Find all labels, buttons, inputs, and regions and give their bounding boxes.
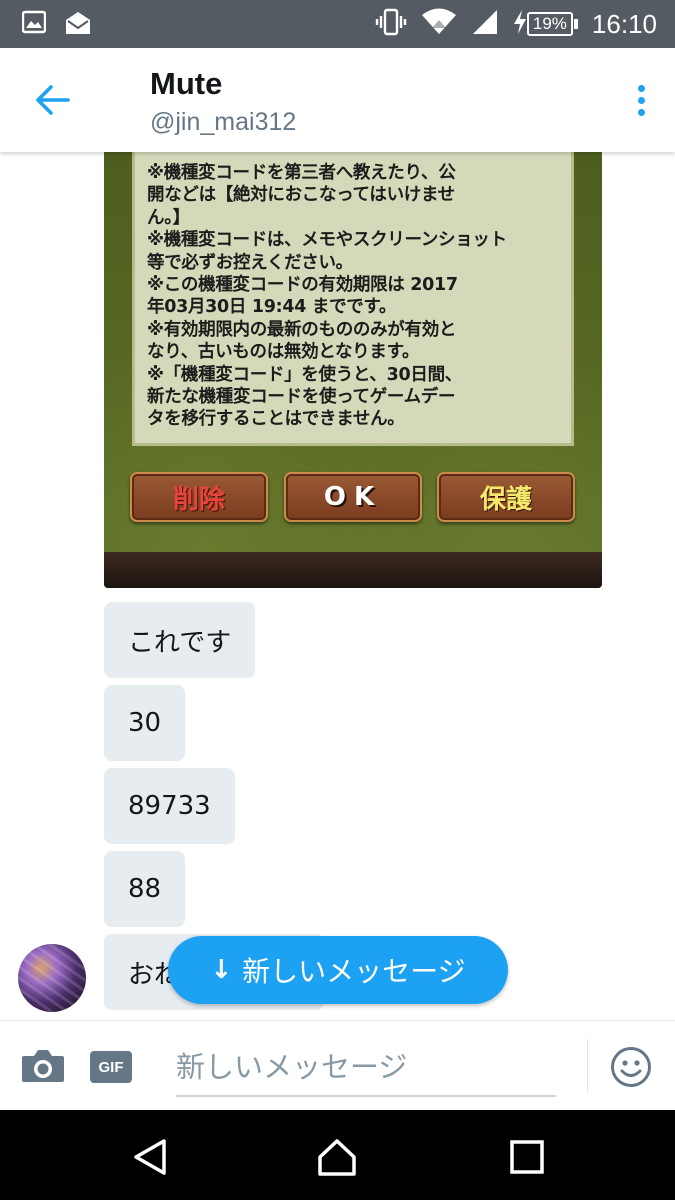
system-navigation-bar bbox=[0, 1110, 675, 1200]
conversation-title[interactable]: Mute bbox=[150, 66, 222, 102]
game-delete-button: 削除 bbox=[130, 472, 268, 522]
notice-line: ん。】 bbox=[147, 207, 190, 228]
smiley-icon bbox=[611, 1047, 651, 1087]
conversation-handle[interactable]: @jin_mai312 bbox=[150, 108, 296, 137]
message-text: 89733 bbox=[128, 791, 211, 821]
notice-line: ※この機種変コードの有効期限は 2017 bbox=[147, 275, 458, 296]
image-attachment[interactable]: ※機種変コードを第三者へ教えたり、公 開などは【絶対におこなってはいけませ ん。… bbox=[104, 152, 602, 588]
compose-bar: GIF bbox=[0, 1020, 675, 1110]
battery-indicator: 19% bbox=[513, 10, 578, 38]
notice-line: ※有効期限内の最新のもののみが有効と bbox=[147, 319, 457, 340]
vibrate-icon bbox=[375, 8, 407, 40]
status-bar: 19% 16:10 bbox=[0, 0, 675, 48]
nav-back-button[interactable] bbox=[130, 1137, 170, 1177]
message-bubble[interactable]: これです bbox=[104, 602, 256, 678]
game-notice-panel: ※機種変コードを第三者へ教えたり、公 開などは【絶対におこなってはいけませ ん。… bbox=[132, 152, 574, 446]
new-messages-label: 新しいメッセージ bbox=[242, 955, 466, 988]
signal-icon bbox=[471, 8, 499, 40]
gif-button[interactable]: GIF bbox=[90, 1051, 132, 1083]
notice-line: 開などは【絶対におこなってはいけませ bbox=[147, 185, 455, 206]
message-bubble[interactable]: 30 bbox=[104, 685, 186, 761]
conversation-header: Mute @jin_mai312 bbox=[0, 48, 675, 152]
battery-percent: 19% bbox=[526, 12, 573, 36]
notice-line: 等で必ずお控えください。 bbox=[147, 252, 353, 273]
notice-line: ※「機種変コード」を使うと、30日間、 bbox=[147, 364, 462, 385]
charging-icon bbox=[513, 10, 527, 38]
avatar[interactable] bbox=[18, 944, 86, 1012]
nav-home-button[interactable] bbox=[317, 1137, 357, 1177]
wifi-icon bbox=[421, 8, 457, 40]
clock: 16:10 bbox=[591, 8, 657, 39]
message-input[interactable] bbox=[176, 1039, 556, 1097]
emoji-button[interactable] bbox=[610, 1046, 652, 1088]
notice-line: ※機種変コードを第三者へ教えたり、公 bbox=[147, 163, 456, 183]
recents-square-icon bbox=[510, 1140, 544, 1174]
gallery-icon bbox=[21, 10, 47, 40]
message-bubble[interactable]: 88 bbox=[104, 851, 186, 927]
email-icon bbox=[64, 10, 92, 40]
notice-line: ※機種変コードは、メモやスクリーンショット bbox=[147, 230, 507, 251]
compose-divider bbox=[587, 1039, 588, 1093]
down-arrow-icon: ↓ bbox=[210, 955, 233, 985]
back-button[interactable] bbox=[30, 78, 74, 122]
message-text: これです bbox=[128, 627, 232, 658]
notice-line: 新たな機種変コードを使ってゲームデー bbox=[147, 387, 456, 408]
nav-recents-button[interactable] bbox=[507, 1137, 547, 1177]
game-protect-button: 保護 bbox=[437, 472, 575, 522]
notice-line: なり、古いものは無効となります。 bbox=[147, 342, 420, 363]
game-ok-button: OK bbox=[284, 472, 422, 522]
message-list[interactable]: ※機種変コードを第三者へ教えたり、公 開などは【絶対におこなってはいけませ ん。… bbox=[0, 152, 675, 1020]
message-text: 88 bbox=[128, 874, 162, 904]
camera-button[interactable] bbox=[20, 1048, 66, 1084]
back-arrow-icon bbox=[36, 85, 70, 115]
message-bubble[interactable]: 89733 bbox=[104, 768, 235, 844]
back-triangle-icon bbox=[134, 1139, 166, 1175]
notice-line: 年03月30日 19:44 までです。 bbox=[147, 297, 397, 318]
notice-line: タを移行することはできません。 bbox=[147, 409, 405, 430]
more-options-button[interactable] bbox=[629, 78, 653, 122]
message-text: 30 bbox=[128, 708, 162, 738]
camera-icon bbox=[22, 1050, 64, 1082]
home-icon bbox=[318, 1139, 356, 1176]
new-messages-button[interactable]: ↓ 新しいメッセージ bbox=[168, 936, 508, 1004]
